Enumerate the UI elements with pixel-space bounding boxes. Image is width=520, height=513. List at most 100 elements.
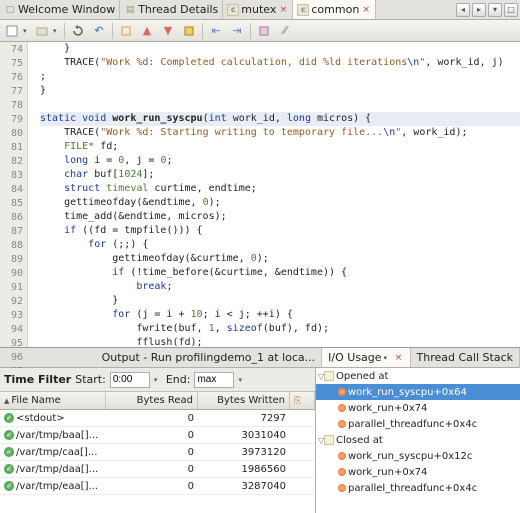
tree-row[interactable]: parallel_threadfunc+0x4c [316, 416, 520, 432]
panel-tab[interactable]: Output - Run profilingdemo_1 at loca... [96, 348, 323, 367]
io-table-body[interactable]: ✓<stdout>07297✓/var/tmp/baa[]...03031040… [0, 410, 315, 513]
editor-tab[interactable]: cmutex× [223, 0, 293, 19]
stackframe-icon [338, 404, 346, 412]
close-icon[interactable]: × [361, 5, 371, 15]
stackframe-icon [338, 484, 346, 492]
bytes-read: 0 [106, 446, 198, 459]
stackframe-icon [338, 388, 346, 396]
editor-tab[interactable]: ccommon× [293, 0, 376, 19]
table-row[interactable]: ✓/var/tmp/daa[]...01986560 [0, 461, 315, 478]
stack-tree[interactable]: ▽Opened atwork_run_syscpu+0x64work_run+0… [316, 368, 520, 513]
io-usage-panel: Time Filter Start: ▾ End: ▾ ▲File Name B… [0, 368, 520, 513]
end-time-select[interactable] [194, 372, 234, 388]
tree-label: work_run+0x74 [348, 467, 427, 478]
start-label: Start: [75, 373, 106, 386]
tab-scroll-left[interactable]: ◂ [456, 3, 470, 17]
file-icon [324, 435, 334, 445]
bookmark-button[interactable] [179, 22, 199, 40]
find-selection-button[interactable] [116, 22, 136, 40]
tab-label: Output - Run profilingdemo_1 at loca... [102, 351, 316, 364]
table-row[interactable]: ✓/var/tmp/baa[]...03031040 [0, 427, 315, 444]
close-icon[interactable]: × [278, 5, 288, 15]
editor-tab[interactable]: ▢Welcome Window [0, 0, 120, 19]
tab-label: common [311, 3, 359, 16]
status-ok-icon: ✓ [4, 464, 14, 474]
editor-toolbar: ▾ ▾ ↶ ▲ ▼ ⇤ ⇥ ⁄⁄ [0, 20, 520, 42]
col-scroll[interactable]: ⎘ [290, 392, 315, 409]
bottom-panel-tabs: Output - Run profilingdemo_1 at loca... I… [0, 348, 520, 368]
refresh-button[interactable] [68, 22, 88, 40]
code-area[interactable]: } TRACE("Work %d: Completed calculation,… [28, 42, 520, 347]
bytes-written: 3973120 [198, 446, 290, 459]
dropdown-icon[interactable]: ▾ [53, 27, 61, 35]
tab-scroll-right[interactable]: ▸ [472, 3, 486, 17]
tree-row[interactable]: parallel_threadfunc+0x4c [316, 480, 520, 496]
panel-tab[interactable]: Thread Call Stack [411, 348, 520, 367]
close-icon[interactable]: × [394, 353, 404, 363]
time-filter-bar: Time Filter Start: ▾ End: ▾ [0, 368, 315, 392]
page-icon: ▤ [124, 4, 136, 16]
tree-label: Closed at [336, 435, 383, 446]
dropdown-icon[interactable]: ▾ [384, 354, 392, 362]
tab-label: Welcome Window [18, 3, 115, 16]
status-ok-icon: ✓ [4, 481, 14, 491]
open-icon[interactable]: ⎘ [294, 396, 301, 406]
tree-row[interactable]: work_run_syscpu+0x12c [316, 448, 520, 464]
dropdown-icon[interactable]: ▾ [154, 376, 162, 384]
tree-row[interactable]: work_run_syscpu+0x64 [316, 384, 520, 400]
status-ok-icon: ✓ [4, 430, 14, 440]
tree-label: Opened at [336, 371, 388, 382]
source-button[interactable] [2, 22, 22, 40]
tab-list-dropdown[interactable]: ▾ [488, 3, 502, 17]
file-name: /var/tmp/daa[]... [16, 464, 98, 475]
c-file-icon: c [227, 4, 239, 16]
window-icon: ▢ [4, 4, 16, 16]
col-bytes-read[interactable]: Bytes Read [106, 392, 198, 409]
stackframe-icon [338, 468, 346, 476]
tree-row[interactable]: ▽ Opened at [316, 368, 520, 384]
undo-button[interactable]: ↶ [89, 22, 109, 40]
find-next-button[interactable]: ▼ [158, 22, 178, 40]
tree-row[interactable]: work_run+0x74 [316, 400, 520, 416]
tree-label: work_run_syscpu+0x12c [348, 451, 472, 462]
bytes-read: 0 [106, 480, 198, 493]
io-table-panel: Time Filter Start: ▾ End: ▾ ▲File Name B… [0, 368, 316, 513]
comment-button[interactable]: ⁄⁄ [275, 22, 295, 40]
tree-label: parallel_threadfunc+0x4c [348, 483, 477, 494]
start-time-select[interactable] [110, 372, 150, 388]
status-ok-icon: ✓ [4, 413, 14, 423]
file-name: /var/tmp/baa[]... [16, 430, 98, 441]
tree-row[interactable]: ▽ Closed at [316, 432, 520, 448]
stackframe-icon [338, 452, 346, 460]
macro-button[interactable] [254, 22, 274, 40]
expand-icon[interactable]: ▽ [318, 372, 322, 381]
history-button[interactable] [32, 22, 52, 40]
bytes-written: 7297 [198, 412, 290, 425]
dropdown-icon[interactable]: ▾ [238, 376, 246, 384]
panel-tab[interactable]: I/O Usage ▾ × [322, 348, 410, 367]
shift-left-button[interactable]: ⇤ [206, 22, 226, 40]
col-bytes-written[interactable]: Bytes Written [198, 392, 290, 409]
table-row[interactable]: ✓<stdout>07297 [0, 410, 315, 427]
maximize-button[interactable]: □ [504, 3, 518, 17]
dropdown-icon[interactable]: ▾ [23, 27, 31, 35]
editor-tab[interactable]: ▤Thread Details [120, 0, 223, 19]
bytes-read: 0 [106, 463, 198, 476]
table-row[interactable]: ✓/var/tmp/caa[]...03973120 [0, 444, 315, 461]
tab-label: I/O Usage [328, 351, 381, 364]
end-label: End: [166, 373, 191, 386]
table-row[interactable]: ✓/var/tmp/eaa[]...03287040 [0, 478, 315, 495]
code-editor[interactable]: 7475767778798081828384858687888990919293… [0, 42, 520, 348]
tab-label: Thread Call Stack [417, 351, 513, 364]
file-name: /var/tmp/eaa[]... [16, 481, 98, 492]
tree-row[interactable]: work_run+0x74 [316, 464, 520, 480]
find-prev-button[interactable]: ▲ [137, 22, 157, 40]
shift-right-button[interactable]: ⇥ [227, 22, 247, 40]
col-filename[interactable]: ▲File Name [0, 392, 106, 409]
expand-icon[interactable]: ▽ [318, 436, 322, 445]
tab-label: Thread Details [138, 3, 218, 16]
line-gutter: 7475767778798081828384858687888990919293… [0, 42, 28, 347]
file-icon [324, 371, 334, 381]
tab-label: mutex [241, 3, 276, 16]
file-name: /var/tmp/caa[]... [16, 447, 97, 458]
